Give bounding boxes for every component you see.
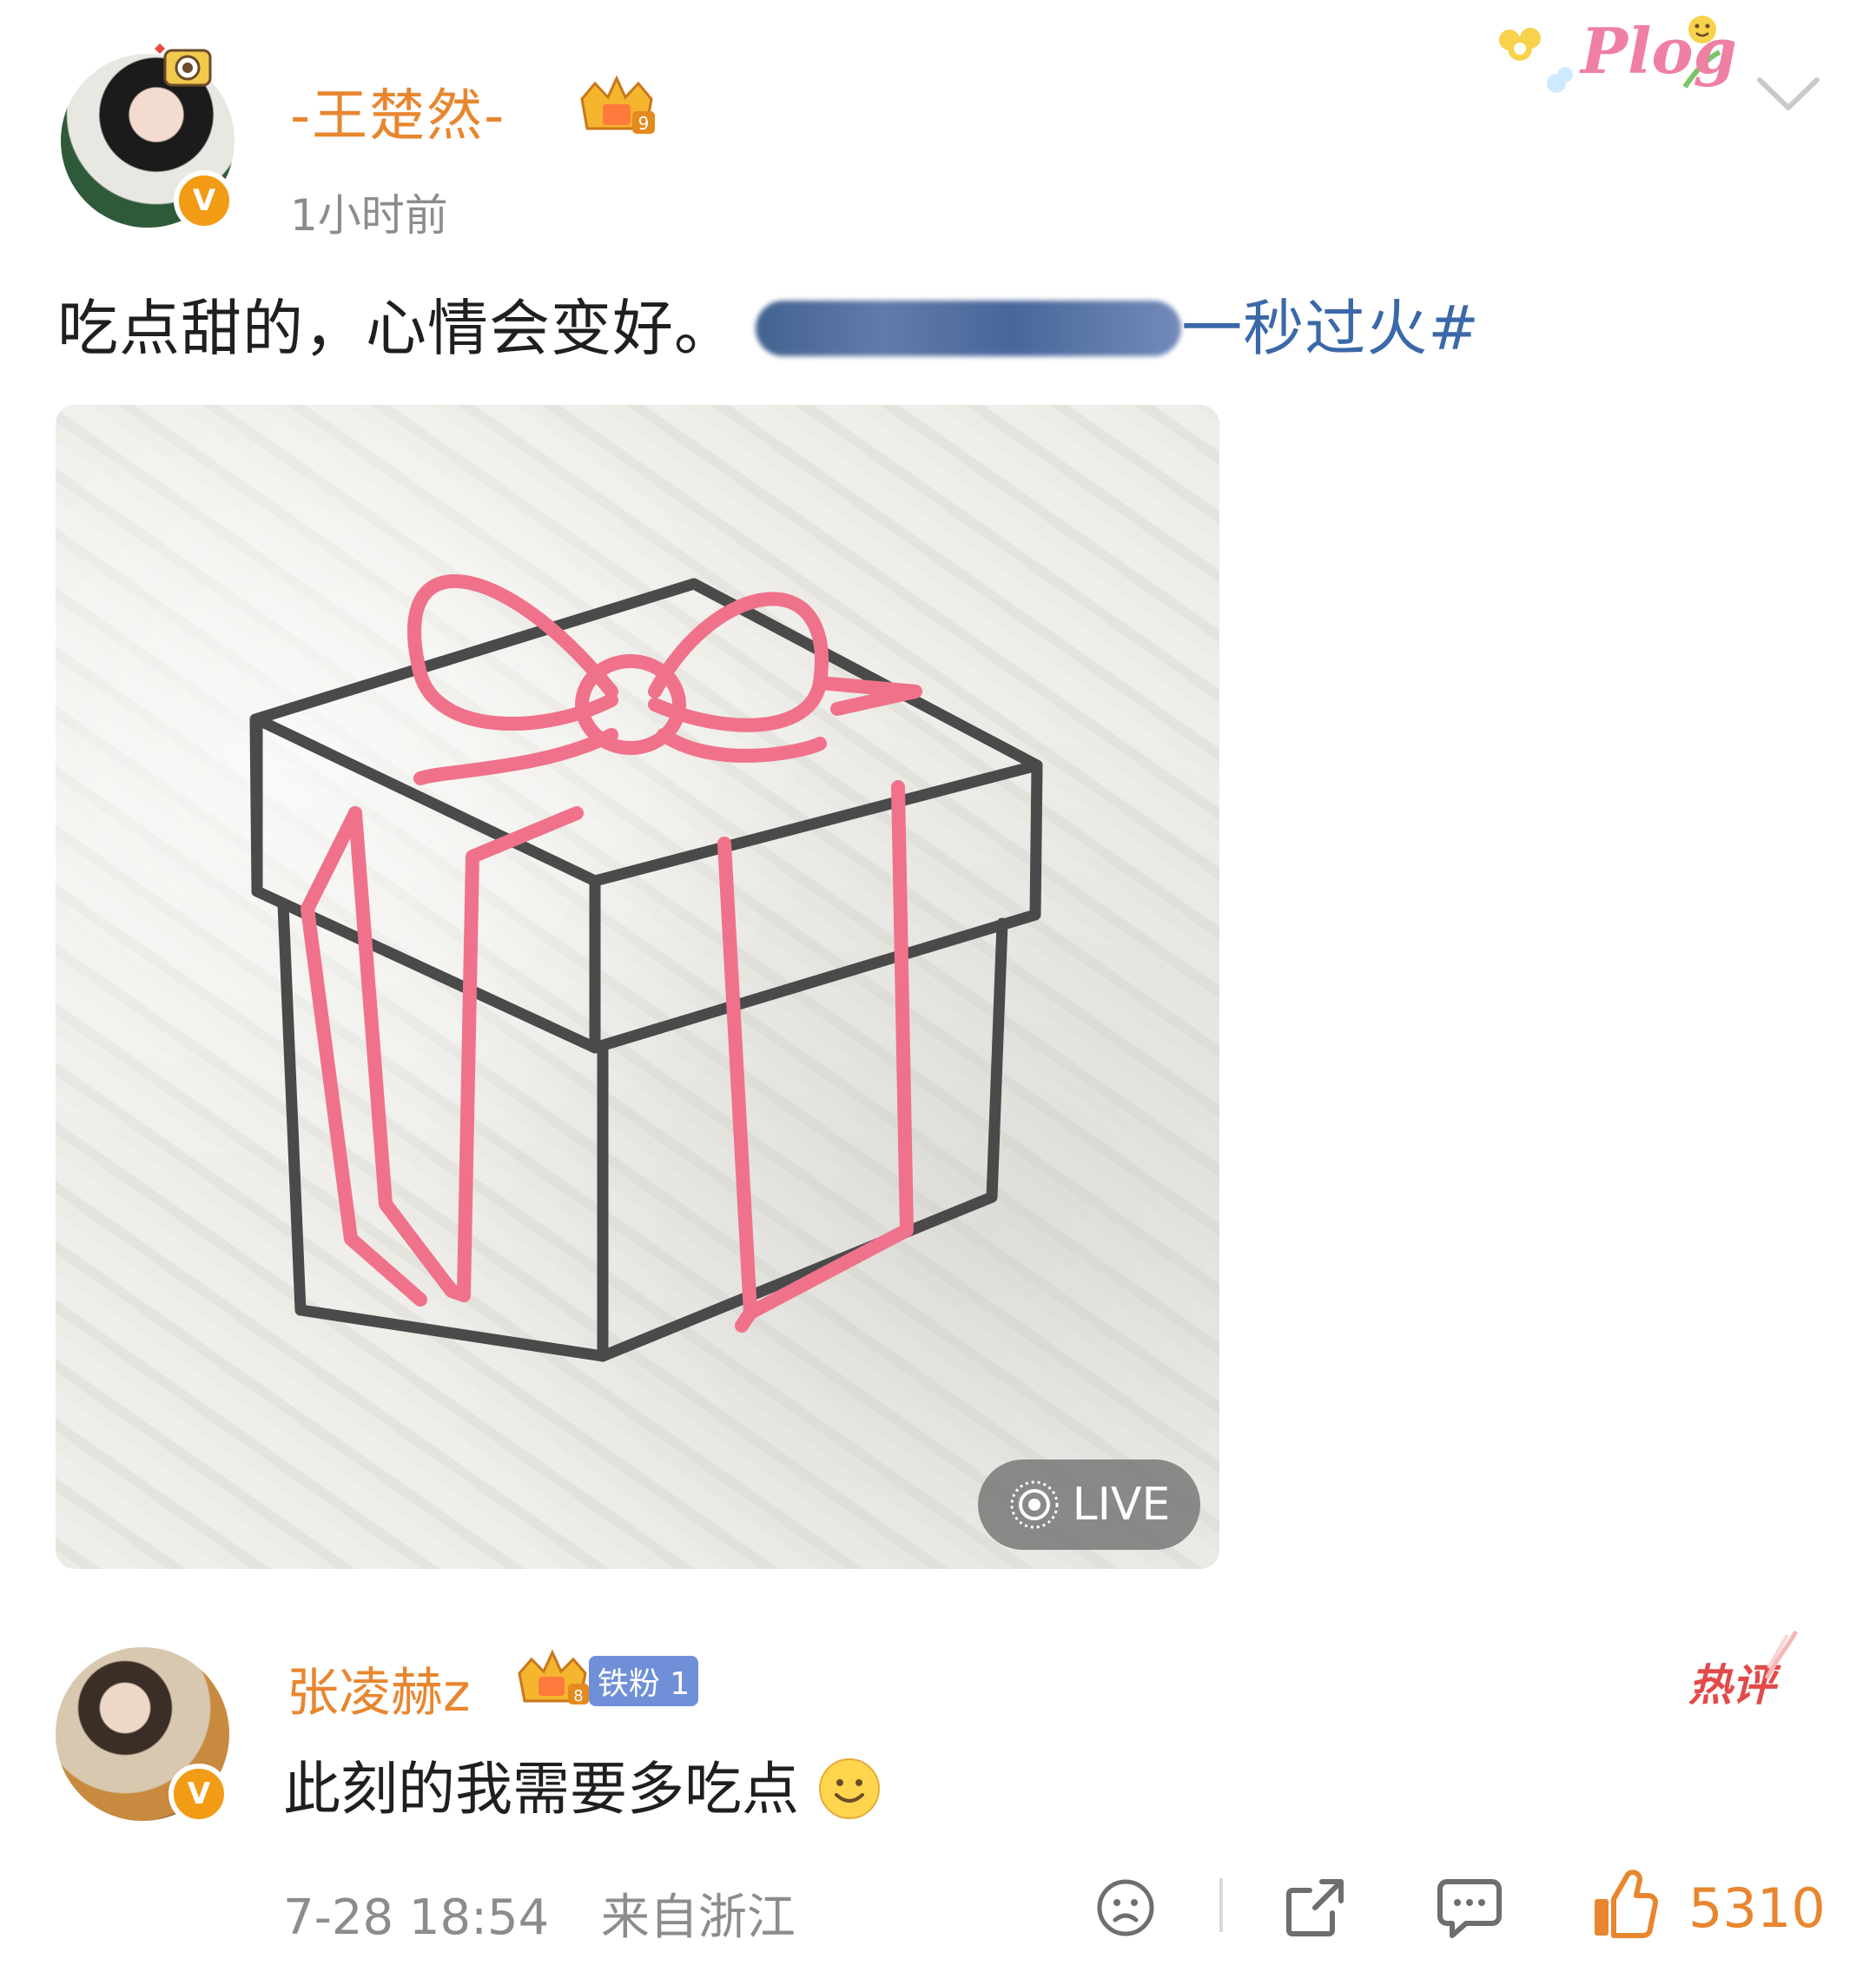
- comment-meta: 7-28 18:54 来自浙江: [283, 1878, 796, 1949]
- comment-author-name[interactable]: 张凌赫z: [287, 1651, 471, 1726]
- share-icon[interactable]: [1282, 1875, 1348, 1941]
- post-body: 吃点甜的，心情会变好。: [57, 293, 736, 364]
- plog-sticker-text: Plog: [1581, 14, 1737, 88]
- verified-v-icon: V: [174, 170, 234, 231]
- topic-link[interactable]: 一秒过火#: [1181, 293, 1480, 364]
- post-photo[interactable]: LIVE: [56, 405, 1219, 1569]
- post-text: 吃点甜的，心情会变好。 一秒过火#: [57, 280, 1480, 367]
- action-divider: [1219, 1878, 1223, 1932]
- comment-body: 此刻的我需要多吃点: [283, 1756, 799, 1823]
- like-count: 5310: [1688, 1876, 1826, 1940]
- avatar-pendant-icon: [155, 43, 212, 87]
- chevron-down-icon[interactable]: [1754, 73, 1822, 116]
- post-time: 1小时前: [290, 190, 448, 241]
- crown-badge-icon: 8: [518, 1649, 589, 1705]
- sad-face-icon[interactable]: [1094, 1876, 1157, 1939]
- smile-emoji-icon: [818, 1758, 880, 1819]
- gift-box-illustration: [249, 574, 1043, 1362]
- iron-fan-badge: 铁粉 1: [589, 1656, 698, 1706]
- svg-text:9: 9: [638, 113, 650, 134]
- crown-badge-icon: 9: [580, 75, 655, 134]
- post-author-name[interactable]: -王楚然-: [290, 71, 505, 151]
- thumbs-up-icon[interactable]: [1589, 1868, 1659, 1941]
- live-photo-badge[interactable]: LIVE: [978, 1459, 1200, 1550]
- comment-icon[interactable]: [1435, 1875, 1504, 1943]
- hot-flare-icon: [1764, 1630, 1799, 1680]
- live-icon: [1010, 1480, 1059, 1529]
- plog-sticker: Plog: [1485, 9, 1737, 113]
- topic-blurred[interactable]: [756, 301, 1182, 356]
- svg-text:8: 8: [573, 1687, 583, 1705]
- comment-location: 来自浙江: [600, 1890, 796, 1946]
- comment-text: 此刻的我需要多吃点: [283, 1743, 882, 1826]
- comment-date: 7-28 18:54: [283, 1890, 550, 1946]
- live-label: LIVE: [1072, 1479, 1171, 1531]
- verified-v-icon: V: [168, 1764, 229, 1824]
